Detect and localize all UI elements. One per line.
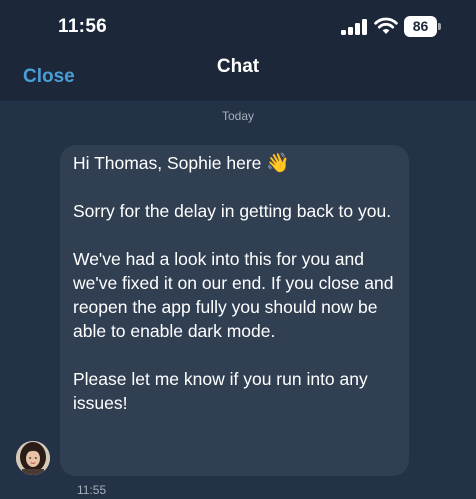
avatar[interactable]: [16, 441, 50, 475]
top-bar: 11:56 86 Close Chat: [0, 0, 476, 101]
wifi-icon: [374, 17, 398, 34]
battery-tip: [438, 23, 441, 30]
cellular-signal-icon: [341, 19, 367, 35]
message-paragraph: Please let me know if you run into any i…: [73, 369, 368, 413]
waving-hand-icon: 👋: [266, 153, 290, 174]
status-time: 11:56: [58, 16, 108, 37]
message-paragraph: We've had a look into this for you and w…: [73, 249, 394, 341]
message-paragraph: Sorry for the delay in getting back to y…: [73, 201, 392, 221]
greeting-text: Hi Thomas, Sophie here: [73, 153, 262, 173]
page-title: Chat: [216, 56, 260, 77]
battery-level: 86: [404, 16, 437, 37]
avatar-image: [16, 441, 50, 475]
message-bubble: Hi Thomas, Sophie here 👋 Sorry for the d…: [60, 145, 409, 476]
battery-icon: 86: [404, 16, 441, 37]
message-timestamp: 11:55: [77, 483, 107, 497]
date-separator: Today: [221, 109, 255, 123]
message-greeting: Hi Thomas, Sophie here 👋: [73, 151, 399, 175]
